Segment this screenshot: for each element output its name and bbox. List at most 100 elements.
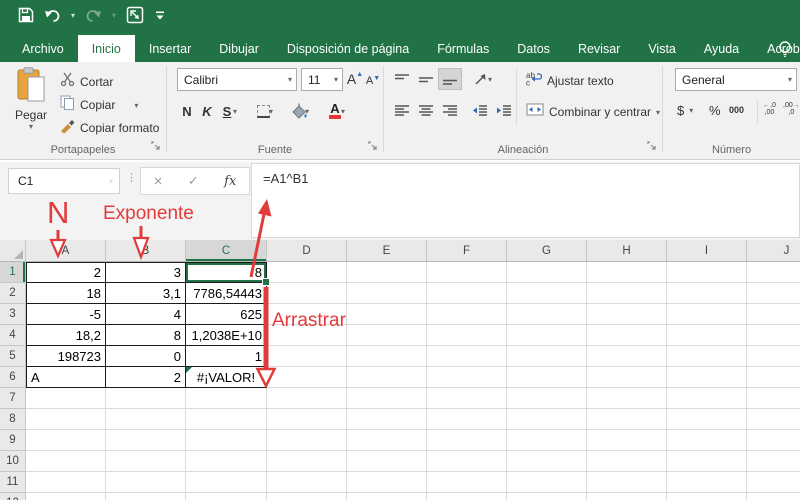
orientation-dropdown-icon[interactable]: ▾ bbox=[488, 75, 492, 84]
cell-F9[interactable] bbox=[427, 430, 507, 451]
underline-dropdown-icon[interactable]: ▾ bbox=[233, 107, 237, 116]
row-header-4[interactable]: 4 bbox=[0, 325, 26, 346]
cell-D10[interactable] bbox=[267, 451, 347, 472]
cell-B10[interactable] bbox=[106, 451, 186, 472]
cell-B12[interactable] bbox=[106, 493, 186, 500]
name-box[interactable]: C1 ▾ bbox=[8, 168, 120, 194]
save-icon[interactable] bbox=[18, 7, 34, 23]
cell-H3[interactable] bbox=[587, 304, 667, 325]
increase-font-icon[interactable]: A ▲ bbox=[345, 68, 365, 90]
row-header-1[interactable]: 1 bbox=[0, 262, 26, 283]
cell-A5[interactable]: 198723 bbox=[26, 346, 106, 367]
copy-dropdown-icon[interactable]: ▾ bbox=[134, 101, 138, 110]
thousands-button[interactable]: 000 bbox=[729, 105, 744, 115]
row-header-6[interactable]: 6 bbox=[0, 367, 26, 388]
cell-I4[interactable] bbox=[667, 325, 747, 346]
tab-disposici-n-de-p-gina[interactable]: Disposición de página bbox=[273, 35, 423, 62]
borders-dropdown-icon[interactable]: ▾ bbox=[269, 107, 273, 116]
align-center-icon[interactable] bbox=[414, 100, 438, 122]
cell-I6[interactable] bbox=[667, 367, 747, 388]
cancel-icon[interactable]: × bbox=[154, 173, 163, 190]
cell-H10[interactable] bbox=[587, 451, 667, 472]
cell-I8[interactable] bbox=[667, 409, 747, 430]
cell-B6[interactable]: 2 bbox=[106, 367, 186, 388]
cell-C12[interactable] bbox=[186, 493, 267, 500]
cell-D9[interactable] bbox=[267, 430, 347, 451]
cell-C11[interactable] bbox=[186, 472, 267, 493]
cell-D11[interactable] bbox=[267, 472, 347, 493]
cell-F1[interactable] bbox=[427, 262, 507, 283]
copy-button[interactable]: Copiar ▾ bbox=[60, 95, 138, 115]
cell-G3[interactable] bbox=[507, 304, 587, 325]
cell-D6[interactable] bbox=[267, 367, 347, 388]
decrease-indent-icon[interactable] bbox=[468, 100, 492, 122]
cell-I9[interactable] bbox=[667, 430, 747, 451]
row-header-11[interactable]: 11 bbox=[0, 472, 26, 493]
cell-F10[interactable] bbox=[427, 451, 507, 472]
cell-B4[interactable]: 8 bbox=[106, 325, 186, 346]
formula-input[interactable]: =A1^B1 bbox=[251, 163, 800, 238]
cell-I12[interactable] bbox=[667, 493, 747, 500]
cell-A8[interactable] bbox=[26, 409, 106, 430]
cell-H7[interactable] bbox=[587, 388, 667, 409]
cell-I11[interactable] bbox=[667, 472, 747, 493]
cell-H6[interactable] bbox=[587, 367, 667, 388]
cell-F4[interactable] bbox=[427, 325, 507, 346]
row-header-12[interactable]: 12 bbox=[0, 493, 26, 500]
font-size-select[interactable]: 11 ▾ bbox=[301, 68, 343, 91]
cell-E9[interactable] bbox=[347, 430, 427, 451]
currency-dropdown-icon[interactable]: ▾ bbox=[689, 106, 693, 115]
row-header-5[interactable]: 5 bbox=[0, 346, 26, 367]
formula-bar-grip-icon[interactable]: ⋮ bbox=[126, 171, 137, 184]
column-header-D[interactable]: D bbox=[267, 240, 347, 262]
column-header-F[interactable]: F bbox=[427, 240, 507, 262]
cell-H4[interactable] bbox=[587, 325, 667, 346]
paste-button[interactable]: Pegar ▾ bbox=[8, 67, 54, 131]
cell-F11[interactable] bbox=[427, 472, 507, 493]
cell-F5[interactable] bbox=[427, 346, 507, 367]
align-left-icon[interactable] bbox=[390, 100, 414, 122]
cell-I5[interactable] bbox=[667, 346, 747, 367]
customize-quick-access-icon[interactable] bbox=[154, 9, 166, 21]
cell-A1[interactable]: 2 bbox=[26, 262, 106, 283]
row-header-2[interactable]: 2 bbox=[0, 283, 26, 304]
increase-decimal-icon[interactable]: ←,0,00 bbox=[763, 102, 776, 116]
number-format-select[interactable]: General ▾ bbox=[675, 68, 797, 91]
row-header-7[interactable]: 7 bbox=[0, 388, 26, 409]
column-header-J[interactable]: J bbox=[747, 240, 800, 262]
cell-C7[interactable] bbox=[186, 388, 267, 409]
align-middle-icon[interactable] bbox=[414, 68, 438, 90]
touch-mode-icon[interactable] bbox=[126, 6, 144, 24]
undo-icon[interactable] bbox=[44, 8, 61, 23]
format-painter-button[interactable]: Copiar formato bbox=[60, 118, 159, 138]
undo-dropdown-icon[interactable]: ▾ bbox=[71, 11, 75, 20]
cell-A3[interactable]: -5 bbox=[26, 304, 106, 325]
cell-B11[interactable] bbox=[106, 472, 186, 493]
cell-D5[interactable] bbox=[267, 346, 347, 367]
cell-I1[interactable] bbox=[667, 262, 747, 283]
cell-A11[interactable] bbox=[26, 472, 106, 493]
decrease-font-icon[interactable]: A ▼ bbox=[364, 70, 382, 92]
cell-E6[interactable] bbox=[347, 367, 427, 388]
cell-G4[interactable] bbox=[507, 325, 587, 346]
row-header-10[interactable]: 10 bbox=[0, 451, 26, 472]
cell-H12[interactable] bbox=[587, 493, 667, 500]
cell-J11[interactable] bbox=[747, 472, 800, 493]
cell-D2[interactable] bbox=[267, 283, 347, 304]
cell-A6[interactable]: A bbox=[26, 367, 106, 388]
cell-J9[interactable] bbox=[747, 430, 800, 451]
tab-ayuda[interactable]: Ayuda bbox=[690, 35, 753, 62]
insert-function-icon[interactable]: fx bbox=[224, 174, 236, 189]
cell-F7[interactable] bbox=[427, 388, 507, 409]
column-header-H[interactable]: H bbox=[587, 240, 667, 262]
cell-E11[interactable] bbox=[347, 472, 427, 493]
tab-dibujar[interactable]: Dibujar bbox=[205, 35, 273, 62]
cell-H9[interactable] bbox=[587, 430, 667, 451]
cell-H5[interactable] bbox=[587, 346, 667, 367]
align-right-icon[interactable] bbox=[438, 100, 462, 122]
row-header-8[interactable]: 8 bbox=[0, 409, 26, 430]
cell-G12[interactable] bbox=[507, 493, 587, 500]
cell-B1[interactable]: 3 bbox=[106, 262, 186, 283]
cell-J2[interactable] bbox=[747, 283, 800, 304]
cell-G2[interactable] bbox=[507, 283, 587, 304]
